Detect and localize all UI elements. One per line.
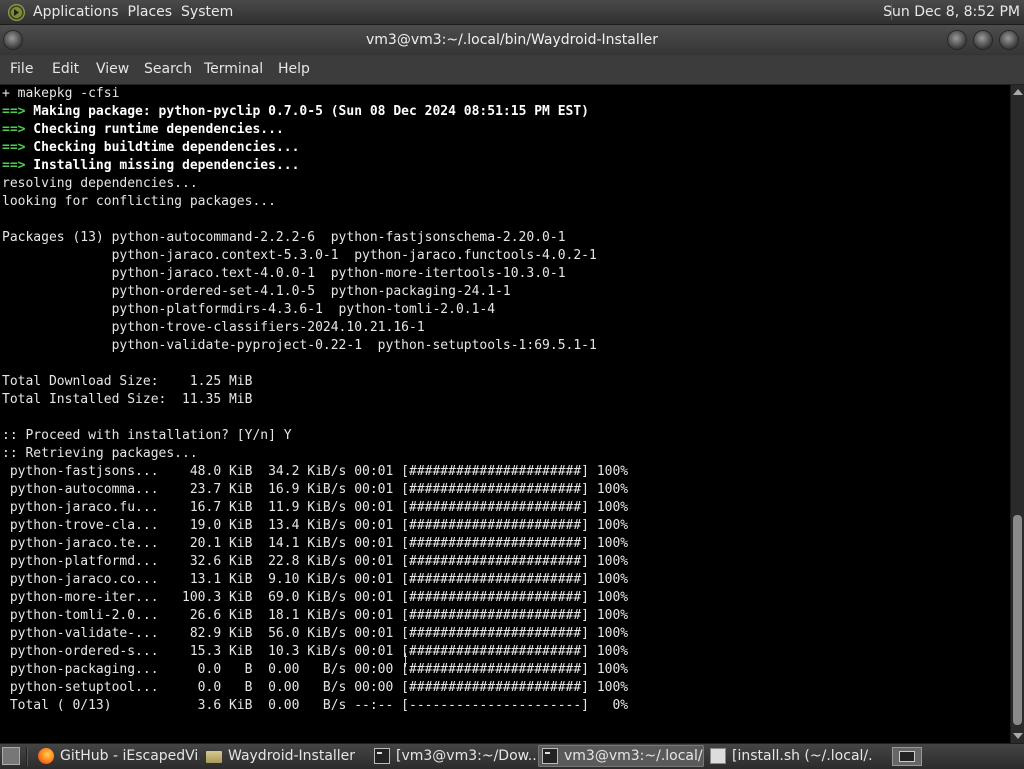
panel-menu-places[interactable]: Places — [128, 4, 182, 20]
terminal-line: ==> Making package: python-pyclip 0.7.0-… — [2, 103, 628, 121]
scroll-up-arrow-icon[interactable] — [1013, 89, 1023, 95]
step-text: Installing missing dependencies... — [25, 158, 300, 173]
step-arrow: ==> — [2, 140, 26, 155]
task-terminal-downloads[interactable]: [vm3@vm3:~/Dow... — [370, 745, 536, 767]
window-title-bar[interactable]: vm3@vm3:~/.local/bin/Waydroid-Installer — [0, 25, 1024, 55]
terminal-line: python-more-iter... 100.3 KiB 69.0 KiB/s… — [2, 590, 629, 605]
window-title: vm3@vm3:~/.local/bin/Waydroid-Installer — [365, 32, 659, 48]
minimize-button[interactable] — [948, 31, 966, 49]
terminal-line: python-fastjsons... 48.0 KiB 34.2 KiB/s … — [2, 464, 629, 479]
workspace-icon — [899, 751, 915, 762]
bottom-taskbar: GitHub - iEscapedVi... Waydroid-Installe… — [0, 743, 1024, 769]
terminal-line: python-autocomma... 23.7 KiB 16.9 KiB/s … — [2, 482, 629, 497]
terminal-line: python-validate-pyproject-0.22-1 python-… — [2, 338, 597, 353]
menu-terminal[interactable]: Terminal — [204, 61, 263, 77]
mate-logo-icon[interactable] — [8, 3, 25, 21]
terminal-line: python-platformd... 32.6 KiB 22.8 KiB/s … — [2, 554, 629, 569]
terminal-line: python-setuptool... 0.0 B 0.00 B/s 00:00… — [2, 680, 629, 695]
task-label: Waydroid-Installer — [228, 748, 356, 764]
scroll-down-arrow-icon[interactable] — [1013, 733, 1023, 739]
terminal-line: Total Download Size: 1.25 MiB — [2, 374, 253, 389]
terminal-output-area[interactable]: + makepkg -cfsi ==> Making package: pytho… — [0, 85, 1010, 743]
terminal-line: python-jaraco.fu... 16.7 KiB 11.9 KiB/s … — [2, 500, 629, 515]
task-terminal-active[interactable]: vm3@vm3:~/.local/... — [538, 745, 704, 767]
terminal-icon — [374, 748, 390, 764]
clock[interactable]: Sun Dec 8, 8:52 PM — [883, 4, 1020, 20]
task-label: vm3@vm3:~/.local/... — [564, 748, 704, 764]
show-desktop-icon[interactable] — [2, 747, 20, 765]
panel-menu-system[interactable]: System — [181, 4, 242, 20]
terminal-text: + makepkg -cfsi ==> Making package: pytho… — [2, 85, 628, 715]
taskbar-separator — [26, 747, 28, 766]
step-arrow: ==> — [2, 104, 26, 119]
maximize-button[interactable] — [974, 31, 992, 49]
terminal-line: python-jaraco.text-4.0.0-1 python-more-i… — [2, 266, 566, 281]
terminal-line: :: Proceed with installation? [Y/n] Y — [2, 428, 292, 443]
terminal-line: Total Installed Size: 11.35 MiB — [2, 392, 253, 407]
terminal-line: python-packaging... 0.0 B 0.00 B/s 00:00… — [2, 662, 629, 677]
task-firefox[interactable]: GitHub - iEscapedVi... — [34, 745, 200, 767]
terminal-line: python-jaraco.te... 20.1 KiB 14.1 KiB/s … — [2, 536, 629, 551]
terminal-line: + makepkg -cfsi — [2, 86, 120, 101]
terminal-line: python-jaraco.co... 13.1 KiB 9.10 KiB/s … — [2, 572, 629, 587]
terminal-line: Packages (13) python-autocommand-2.2.2-6… — [2, 230, 566, 245]
terminal-line: ==> Installing missing dependencies... — [2, 157, 628, 175]
step-arrow: ==> — [2, 158, 26, 173]
task-file-manager[interactable]: Waydroid-Installer — [202, 745, 368, 767]
menu-edit[interactable]: Edit — [52, 61, 79, 77]
terminal-line: resolving dependencies... — [2, 176, 198, 191]
terminal-icon — [542, 748, 558, 764]
terminal-line: python-ordered-set-4.1.0-5 python-packag… — [2, 284, 511, 299]
task-label: [install.sh (~/.local/... — [732, 748, 872, 764]
terminal-line: :: Retrieving packages... — [2, 446, 198, 461]
text-editor-icon — [710, 748, 726, 764]
top-panel: Applications Places System Sun Dec 8, 8:… — [0, 0, 1024, 25]
folder-icon — [206, 751, 222, 763]
menu-search[interactable]: Search — [144, 61, 192, 77]
step-text: Checking buildtime dependencies... — [25, 140, 300, 155]
terminal-line: python-ordered-s... 15.3 KiB 10.3 KiB/s … — [2, 644, 629, 659]
vertical-scrollbar[interactable] — [1010, 85, 1024, 743]
panel-menu-applications[interactable]: Applications — [33, 4, 128, 20]
menu-view[interactable]: View — [96, 61, 129, 77]
menu-file[interactable]: File — [10, 61, 33, 77]
step-arrow: ==> — [2, 122, 26, 137]
terminal-line: python-platformdirs-4.3.6-1 python-tomli… — [2, 302, 496, 317]
terminal-line: looking for conflicting packages... — [2, 194, 276, 209]
step-text: Making package: python-pyclip 0.7.0-5 (S… — [25, 104, 590, 119]
terminal-line: python-jaraco.context-5.3.0-1 python-jar… — [2, 248, 597, 263]
menu-help[interactable]: Help — [278, 61, 310, 77]
scrollbar-thumb[interactable] — [1013, 515, 1022, 725]
workspace-switcher[interactable] — [892, 747, 922, 766]
task-label: GitHub - iEscapedVi... — [60, 748, 200, 764]
terminal-line: python-trove-cla... 19.0 KiB 13.4 KiB/s … — [2, 518, 629, 533]
task-text-editor[interactable]: [install.sh (~/.local/... — [706, 745, 872, 767]
terminal-line: python-tomli-2.0... 26.6 KiB 18.1 KiB/s … — [2, 608, 629, 623]
terminal-line: python-validate-... 82.9 KiB 56.0 KiB/s … — [2, 626, 629, 641]
task-label: [vm3@vm3:~/Dow... — [396, 748, 536, 764]
close-button[interactable] — [1000, 31, 1018, 49]
mouse-ibeam-cursor-icon — [405, 653, 410, 667]
terminal-line: Total ( 0/13) 3.6 KiB 0.00 B/s --:-- [--… — [2, 698, 629, 713]
terminal-line: python-trove-classifiers-2024.10.21.16-1 — [2, 320, 425, 335]
terminal-line: ==> Checking buildtime dependencies... — [2, 139, 628, 157]
firefox-icon — [38, 748, 54, 764]
terminal-menu-bar: File Edit View Search Terminal Help — [0, 56, 1024, 85]
terminal-line: ==> Checking runtime dependencies... — [2, 121, 628, 139]
step-text: Checking runtime dependencies... — [25, 122, 284, 137]
